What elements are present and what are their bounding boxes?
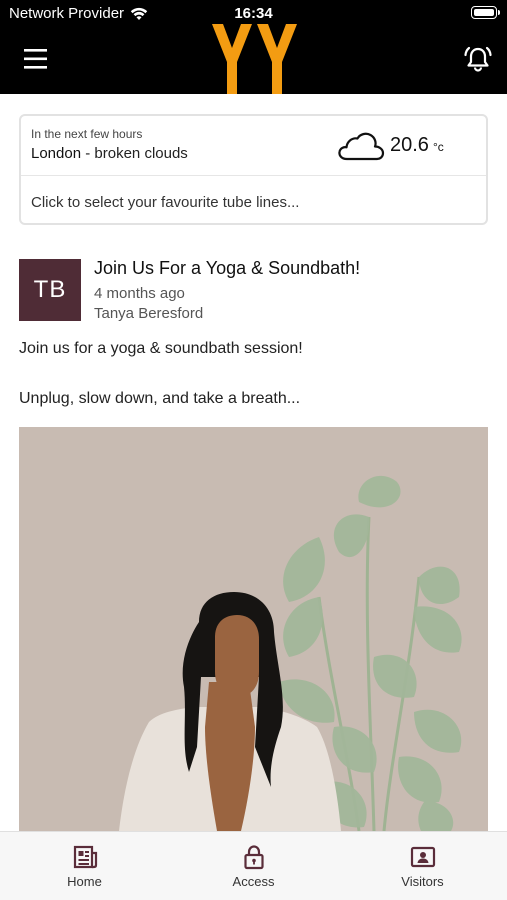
weather-card: In the next few hours London - broken cl…	[19, 114, 488, 225]
hamburger-menu-button[interactable]	[24, 48, 48, 70]
nav-access[interactable]: Access	[169, 832, 338, 900]
weather-location: London	[31, 145, 82, 162]
temperature-unit: °c	[432, 140, 444, 154]
weather-separator: -	[81, 145, 95, 162]
nav-visitors[interactable]: Visitors	[338, 832, 507, 900]
temperature-value: 20.6	[390, 134, 429, 156]
post-author: Tanya Beresford	[94, 305, 204, 322]
post-image	[19, 427, 488, 831]
battery-icon	[471, 6, 500, 19]
newspaper-icon	[73, 845, 97, 869]
id-card-icon	[410, 846, 435, 868]
notifications-button[interactable]	[463, 44, 493, 74]
status-time: 16:34	[234, 5, 273, 22]
app-header: Network Provider 16:34	[0, 0, 507, 94]
post-title[interactable]: Join Us For a Yoga & Soundbath!	[94, 258, 360, 279]
nav-visitors-label: Visitors	[401, 874, 444, 889]
app-logo	[212, 24, 297, 94]
weather-hint: In the next few hours	[31, 127, 143, 141]
post-body-line: Unplug, slow down, and take a breath...	[19, 390, 301, 407]
weather-temperature: 20.6 °c	[390, 134, 444, 157]
nav-home[interactable]: Home	[0, 832, 169, 900]
tube-lines-selector[interactable]: Click to select your favourite tube line…	[31, 194, 299, 211]
nav-access-label: Access	[232, 874, 275, 889]
post-timestamp: 4 months ago	[94, 285, 185, 302]
weather-location-line: London - broken clouds	[31, 145, 188, 162]
weather-condition: broken clouds	[94, 145, 188, 162]
hamburger-icon	[24, 49, 47, 69]
cloud-icon	[338, 132, 385, 161]
card-divider	[21, 175, 486, 176]
post-body-line: Join us for a yoga & soundbath session!	[19, 340, 303, 357]
bell-icon	[464, 46, 492, 72]
yoga-illustration	[19, 427, 488, 831]
nav-home-label: Home	[67, 874, 102, 889]
avatar: TB	[19, 259, 81, 321]
lock-icon	[243, 845, 264, 870]
bottom-nav: Home Access Visitors	[0, 831, 507, 900]
